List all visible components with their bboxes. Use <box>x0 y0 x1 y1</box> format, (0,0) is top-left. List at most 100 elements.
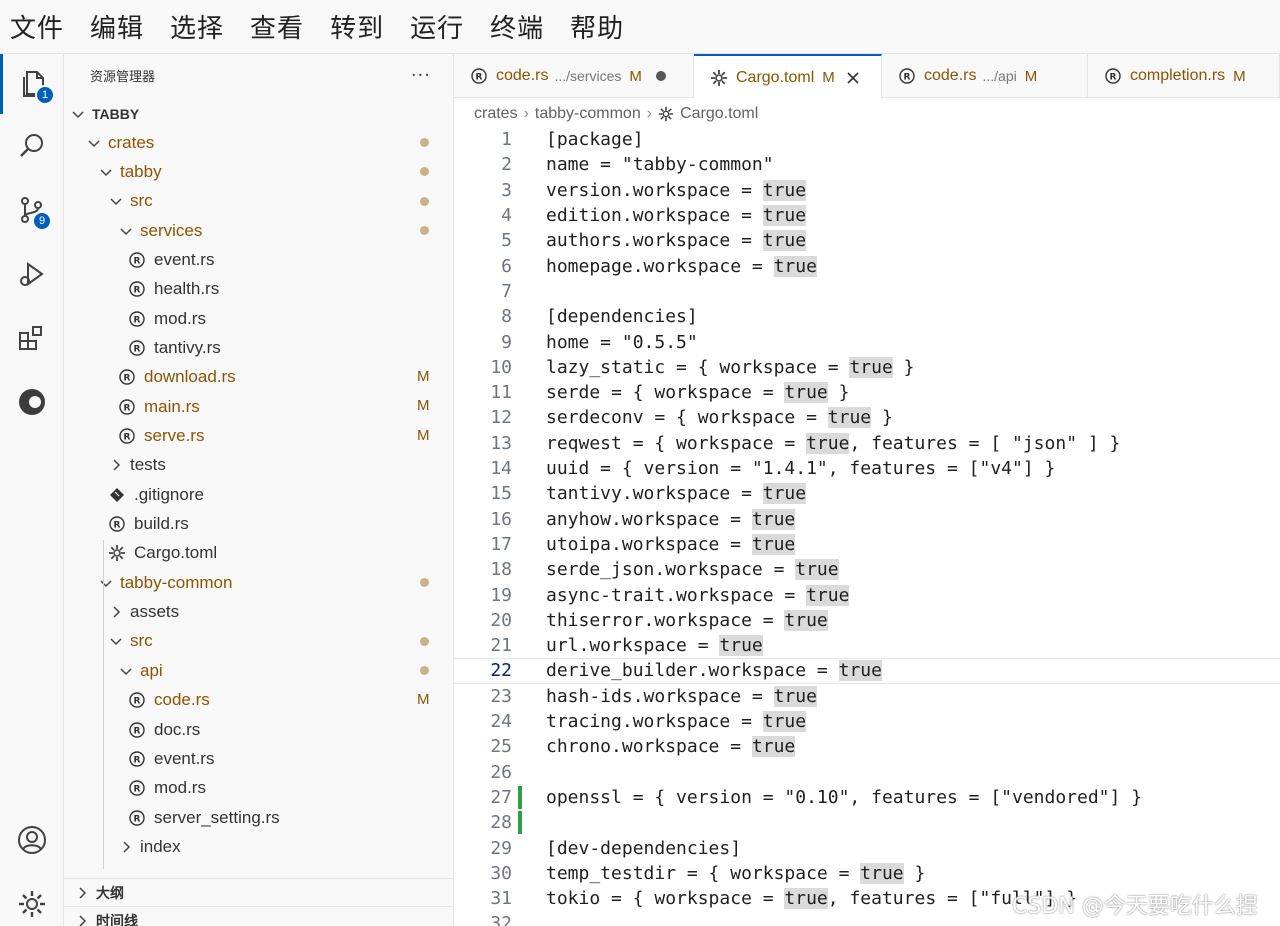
menu-item-1[interactable]: 编辑 <box>90 8 144 45</box>
code-line[interactable]: 7 <box>454 279 1280 304</box>
word-highlight: true <box>762 179 807 201</box>
added-line-marker <box>518 811 522 835</box>
folder-item[interactable]: services <box>64 216 453 245</box>
explorer-icon[interactable]: 1 <box>0 54 64 114</box>
menu-item-3[interactable]: 查看 <box>250 8 304 45</box>
chevron-right-icon <box>113 459 121 471</box>
file-item[interactable]: Revent.rs <box>64 744 453 773</box>
code-line[interactable]: 10 lazy_static = { workspace = true } <box>454 355 1280 380</box>
word-highlight: true <box>784 609 828 631</box>
explorer-badge: 1 <box>35 85 55 105</box>
search-icon[interactable] <box>0 116 64 176</box>
menu-item-7[interactable]: 帮助 <box>570 8 624 45</box>
close-icon[interactable] <box>845 70 861 86</box>
code-line[interactable]: 14 uuid = { version = "1.4.1", features =… <box>454 456 1280 481</box>
code-line[interactable]: 29 [dev-dependencies] <box>454 835 1280 860</box>
code-line[interactable]: 19 async-trait.workspace = true <box>454 582 1280 607</box>
extensions-icon[interactable] <box>0 308 64 368</box>
tab-code-rs[interactable]: Rcode.rs .../services M <box>454 54 694 98</box>
code-line[interactable]: 11 serde = { workspace = true } <box>454 380 1280 405</box>
code-line[interactable]: 3 version.workspace = true <box>454 178 1280 203</box>
code-line[interactable]: 9 home = "0.5.5" <box>454 329 1280 354</box>
more-actions-button[interactable]: ··· <box>411 65 431 86</box>
tree-item-label: services <box>140 220 203 240</box>
code-line[interactable]: 17 utoipa.workspace = true <box>454 532 1280 557</box>
remote-icon[interactable] <box>0 372 64 432</box>
timeline-section[interactable]: 时间线 <box>64 906 453 926</box>
breadcrumb-item[interactable]: crates <box>474 105 518 123</box>
file-item[interactable]: Rdownload.rs <box>64 363 453 392</box>
code-line[interactable]: 6 homepage.workspace = true <box>454 254 1280 279</box>
menu-item-0[interactable]: 文件 <box>10 8 64 45</box>
file-item[interactable]: Rhealth.rs <box>64 275 453 304</box>
source-control-icon[interactable]: 9 <box>0 180 64 240</box>
tree-item-label: tabby <box>120 161 162 181</box>
folder-item[interactable]: index <box>64 832 453 861</box>
workspace-root[interactable]: TABBY <box>64 99 453 128</box>
code-line[interactable]: 12 serdeconv = { workspace = true } <box>454 405 1280 430</box>
code-line[interactable]: 23 hash-ids.workspace = true <box>454 684 1280 709</box>
settings-gear-icon[interactable] <box>0 874 64 926</box>
code-line[interactable]: 25 chrono.workspace = true <box>454 734 1280 759</box>
tab-completion-rs[interactable]: Rcompletion.rs M <box>1088 54 1280 98</box>
file-item[interactable]: Rmod.rs <box>64 304 453 333</box>
code-line[interactable]: 1 [package] <box>454 127 1280 152</box>
folder-item[interactable]: assets <box>64 598 453 627</box>
code-line[interactable]: 26 <box>454 760 1280 785</box>
chevron-down-icon <box>120 668 132 675</box>
tab-Cargo-toml[interactable]: Cargo.toml M <box>694 54 882 99</box>
menu-item-2[interactable]: 选择 <box>170 8 224 45</box>
menu-item-6[interactable]: 终端 <box>490 8 544 45</box>
run-debug-icon[interactable] <box>0 244 64 304</box>
code-line[interactable]: 28 <box>454 810 1280 835</box>
menu-item-5[interactable]: 运行 <box>410 8 464 45</box>
code-line[interactable]: 24 tracing.workspace = true <box>454 709 1280 734</box>
code-line[interactable]: 2 name = "tabby-common" <box>454 152 1280 177</box>
code-line[interactable]: 15 tantivy.workspace = true <box>454 481 1280 506</box>
code-line[interactable]: 27 openssl = { version = "0.10", features… <box>454 785 1280 810</box>
code-line[interactable]: 21 url.workspace = true <box>454 633 1280 658</box>
breadcrumb-item[interactable]: Cargo.toml <box>680 105 758 123</box>
folder-item[interactable]: src <box>64 627 453 656</box>
word-highlight: true <box>806 584 850 606</box>
code-line[interactable]: 13 reqwest = { workspace = true, features… <box>454 431 1280 456</box>
file-item[interactable]: Rmain.rs <box>64 392 453 421</box>
file-item[interactable]: Rserve.rs <box>64 422 453 451</box>
tab-code-rs[interactable]: Rcode.rs .../api M <box>882 54 1088 98</box>
file-item[interactable]: Rcode.rs <box>64 686 453 715</box>
tree-item-label: serve.rs <box>144 426 205 445</box>
code-line[interactable]: 20 thiserror.workspace = true <box>454 608 1280 633</box>
chevron-down-icon <box>110 638 122 646</box>
code-line[interactable]: 8 [dependencies] <box>454 304 1280 329</box>
code-line[interactable]: 30 temp_testdir = { workspace = true } <box>454 861 1280 886</box>
outline-section[interactable]: 大纲 <box>64 878 453 906</box>
folder-item[interactable]: tabby-common <box>64 568 453 597</box>
code-line[interactable]: 5 authors.workspace = true <box>454 228 1280 253</box>
folder-item[interactable]: tabby <box>64 157 453 186</box>
file-item[interactable]: Rbuild.rs <box>64 510 453 539</box>
file-item[interactable]: .gitignore <box>64 480 453 509</box>
folder-item[interactable]: tests <box>64 451 453 480</box>
code-line[interactable]: 18 serde_json.workspace = true <box>454 557 1280 582</box>
file-item[interactable]: Revent.rs <box>64 245 453 274</box>
folder-item[interactable]: src <box>64 187 453 216</box>
code-line[interactable]: 4 edition.workspace = true <box>454 203 1280 228</box>
word-highlight: true <box>849 356 893 378</box>
rust-file-icon: R <box>129 809 145 826</box>
folder-item[interactable]: api <box>64 656 453 685</box>
folder-item[interactable]: crates <box>64 128 453 157</box>
file-item[interactable]: Rtantivy.rs <box>64 333 453 362</box>
code-text: derive_builder.workspace = true <box>546 660 882 682</box>
account-icon[interactable] <box>0 810 64 870</box>
menu-item-4[interactable]: 转到 <box>330 8 384 45</box>
breadcrumb-item[interactable]: tabby-common <box>535 105 641 123</box>
unsaved-dot-icon[interactable] <box>655 71 666 81</box>
rust-file-icon: R <box>899 68 915 84</box>
line-number: 5 <box>501 230 512 252</box>
file-item[interactable]: Rserver_setting.rs <box>64 803 453 832</box>
file-item[interactable]: Rmod.rs <box>64 774 453 803</box>
file-item[interactable]: Cargo.toml <box>64 539 453 568</box>
file-item[interactable]: Rdoc.rs <box>64 715 453 744</box>
code-line[interactable]: 22 derive_builder.workspace = true <box>454 658 1280 684</box>
code-line[interactable]: 16 anyhow.workspace = true <box>454 507 1280 532</box>
